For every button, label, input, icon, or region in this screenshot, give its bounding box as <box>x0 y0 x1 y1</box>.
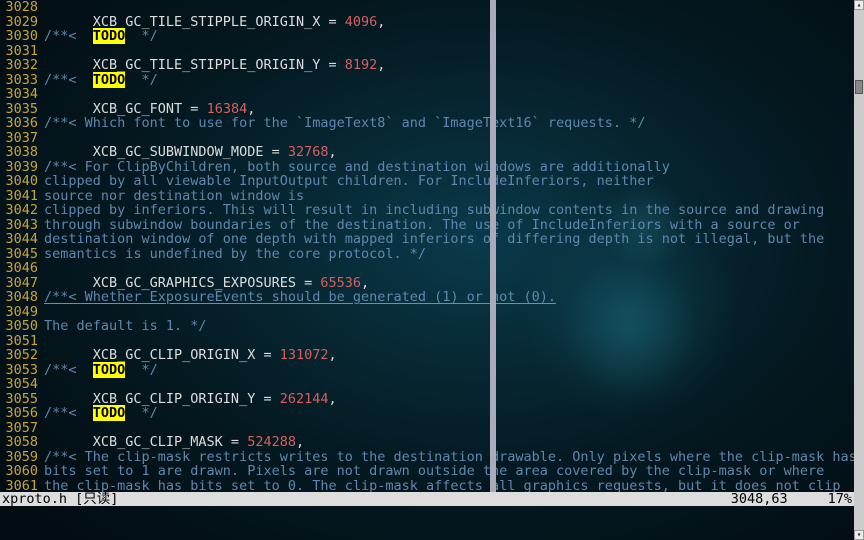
code-line[interactable] <box>44 87 864 102</box>
line-number: 3054 <box>0 377 38 392</box>
code-line[interactable]: source nor destination window is <box>44 189 864 204</box>
code-line[interactable] <box>44 377 864 392</box>
line-number: 3042 <box>0 203 38 218</box>
status-cursor-pos: 3048,63 <box>731 492 788 507</box>
code-line[interactable]: XCB_GC_CLIP_ORIGIN_X = 131072, <box>44 348 864 363</box>
line-number: 3038 <box>0 145 38 160</box>
status-line: xproto.h [只读] 3048,63 17% <box>0 492 854 507</box>
line-number: 3050 <box>0 319 38 334</box>
code-line[interactable]: XCB_GC_TILE_STIPPLE_ORIGIN_Y = 8192, <box>44 58 864 73</box>
line-number: 3056 <box>0 406 38 421</box>
line-number: 3058 <box>0 435 38 450</box>
scroll-thumb[interactable] <box>855 80 863 94</box>
line-number: 3034 <box>0 87 38 102</box>
line-number: 3035 <box>0 102 38 117</box>
line-number: 3045 <box>0 247 38 262</box>
line-number: 3053 <box>0 363 38 378</box>
line-number: 3031 <box>0 44 38 59</box>
code-line[interactable]: /**< Which font to use for the `ImageTex… <box>44 116 864 131</box>
line-number: 3051 <box>0 334 38 349</box>
todo-highlight: TODO <box>93 28 126 44</box>
code-line[interactable]: XCB_GC_TILE_STIPPLE_ORIGIN_X = 4096, <box>44 15 864 30</box>
code-line[interactable] <box>44 305 864 320</box>
line-number: 3033 <box>0 73 38 88</box>
code-line[interactable]: /**< TODO */ <box>44 363 864 378</box>
line-number: 3059 <box>0 450 38 465</box>
code-line[interactable] <box>44 44 864 59</box>
code-line[interactable]: clipped by all viewable InputOutput chil… <box>44 174 864 189</box>
line-number: 3048 <box>0 290 38 305</box>
line-number: 3055 <box>0 392 38 407</box>
code-line[interactable]: /**< TODO */ <box>44 29 864 44</box>
vim-editor[interactable]: 3028302930303031303230333034303530363037… <box>0 0 864 540</box>
cursor-line[interactable]: /**< Whether ExposureEvents should be ge… <box>44 290 864 305</box>
todo-highlight: TODO <box>93 362 126 378</box>
code-line[interactable]: semantics is undefined by the core proto… <box>44 247 864 262</box>
code-line[interactable]: XCB_GC_CLIP_MASK = 524288, <box>44 435 864 450</box>
todo-highlight: TODO <box>93 72 126 88</box>
line-number: 3032 <box>0 58 38 73</box>
vertical-split-bar[interactable] <box>490 0 496 498</box>
code-line[interactable]: /**< TODO */ <box>44 73 864 88</box>
scroll-down-button[interactable]: ▾ <box>854 530 864 540</box>
line-number: 3046 <box>0 261 38 276</box>
code-line[interactable]: destination window of one depth with map… <box>44 232 864 247</box>
code-line[interactable]: bits set to 1 are drawn. Pixels are not … <box>44 464 864 479</box>
code-line[interactable] <box>44 261 864 276</box>
line-number: 3039 <box>0 160 38 175</box>
line-number: 3040 <box>0 174 38 189</box>
code-line[interactable]: clipped by inferiors. This will result i… <box>44 203 864 218</box>
code-line[interactable]: /**< TODO */ <box>44 406 864 421</box>
code-line[interactable]: The default is 1. */ <box>44 319 864 334</box>
vertical-scrollbar[interactable]: ▴ ▾ <box>854 0 864 540</box>
line-number: 3037 <box>0 131 38 146</box>
code-line[interactable] <box>44 0 864 15</box>
scroll-up-button[interactable]: ▴ <box>854 0 864 10</box>
code-line[interactable] <box>44 131 864 146</box>
code-line[interactable]: XCB_GC_GRAPHICS_EXPOSURES = 65536, <box>44 276 864 291</box>
status-scroll-pct: 17% <box>828 492 852 507</box>
code-line[interactable] <box>44 334 864 349</box>
code-line[interactable] <box>44 421 864 436</box>
line-number: 3036 <box>0 116 38 131</box>
line-number: 3049 <box>0 305 38 320</box>
line-number: 3041 <box>0 189 38 204</box>
code-line[interactable]: /**< The clip-mask restricts writes to t… <box>44 450 864 465</box>
line-number: 3043 <box>0 218 38 233</box>
code-line[interactable]: /**< For ClipByChildren, both source and… <box>44 160 864 175</box>
line-number: 3060 <box>0 464 38 479</box>
line-number-gutter: 3028302930303031303230333034303530363037… <box>0 0 40 498</box>
code-line[interactable]: XCB_GC_FONT = 16384, <box>44 102 864 117</box>
code-line[interactable]: through subwindow boundaries of the dest… <box>44 218 864 233</box>
line-number: 3030 <box>0 29 38 44</box>
line-number: 3044 <box>0 232 38 247</box>
line-number: 3028 <box>0 0 38 15</box>
line-number: 3029 <box>0 15 38 30</box>
code-line[interactable]: XCB_GC_CLIP_ORIGIN_Y = 262144, <box>44 392 864 407</box>
code-area[interactable]: XCB_GC_TILE_STIPPLE_ORIGIN_X = 4096,/**<… <box>44 0 864 498</box>
status-file: xproto.h [只读] <box>2 492 118 507</box>
line-number: 3052 <box>0 348 38 363</box>
line-number: 3057 <box>0 421 38 436</box>
code-line[interactable]: XCB_GC_SUBWINDOW_MODE = 32768, <box>44 145 864 160</box>
line-number: 3047 <box>0 276 38 291</box>
todo-highlight: TODO <box>93 405 126 421</box>
